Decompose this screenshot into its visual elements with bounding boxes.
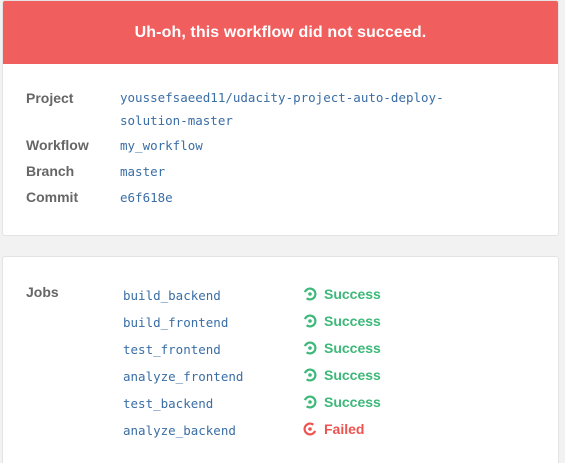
job-name[interactable]: build_backend (123, 288, 221, 303)
commit-value[interactable]: e6f618e (120, 186, 173, 209)
branch-value[interactable]: master (120, 160, 165, 183)
project-value-line2[interactable]: solution-master (120, 109, 444, 132)
project-link[interactable]: youssefsaeed11/udacity-project-auto-depl… (120, 86, 444, 132)
jobs-label: Jobs (26, 284, 59, 300)
job-status-label: Success (324, 286, 381, 302)
workflow-summary-card: Uh-oh, this workflow did not succeed. Pr… (2, 0, 559, 236)
workflow-value[interactable]: my_workflow (120, 134, 203, 157)
page: Uh-oh, this workflow did not succeed. Pr… (0, 0, 565, 463)
job-status: Success (303, 340, 381, 356)
failure-banner: Uh-oh, this workflow did not succeed. (3, 1, 558, 64)
job-status: Success (303, 286, 381, 302)
job-name[interactable]: analyze_backend (123, 423, 236, 438)
success-icon (303, 314, 317, 328)
job-status: Success (303, 313, 381, 329)
success-icon (303, 368, 317, 382)
job-status: Success (303, 394, 381, 410)
job-name[interactable]: analyze_frontend (123, 369, 243, 384)
job-name[interactable]: build_frontend (123, 315, 228, 330)
job-name[interactable]: test_backend (123, 396, 213, 411)
job-status-label: Success (324, 313, 381, 329)
branch-label: Branch (26, 163, 75, 179)
job-status: Success (303, 367, 381, 383)
success-icon (303, 341, 317, 355)
job-status-label: Success (324, 367, 381, 383)
job-status-label: Failed (324, 421, 365, 437)
success-icon (303, 287, 317, 301)
commit-label: Commit (26, 189, 79, 205)
project-value-line1[interactable]: youssefsaeed11/udacity-project-auto-depl… (120, 86, 444, 109)
failed-icon (303, 422, 317, 436)
failure-message: Uh-oh, this workflow did not succeed. (134, 23, 427, 41)
job-status-label: Success (324, 340, 381, 356)
job-status: Failed (303, 421, 364, 437)
jobs-card: Jobs build_backend Success build_fronten… (2, 256, 559, 463)
success-icon (303, 395, 317, 409)
job-name[interactable]: test_frontend (123, 342, 221, 357)
job-status-label: Success (324, 394, 381, 410)
project-label: Project (26, 90, 74, 106)
workflow-label: Workflow (26, 137, 89, 153)
